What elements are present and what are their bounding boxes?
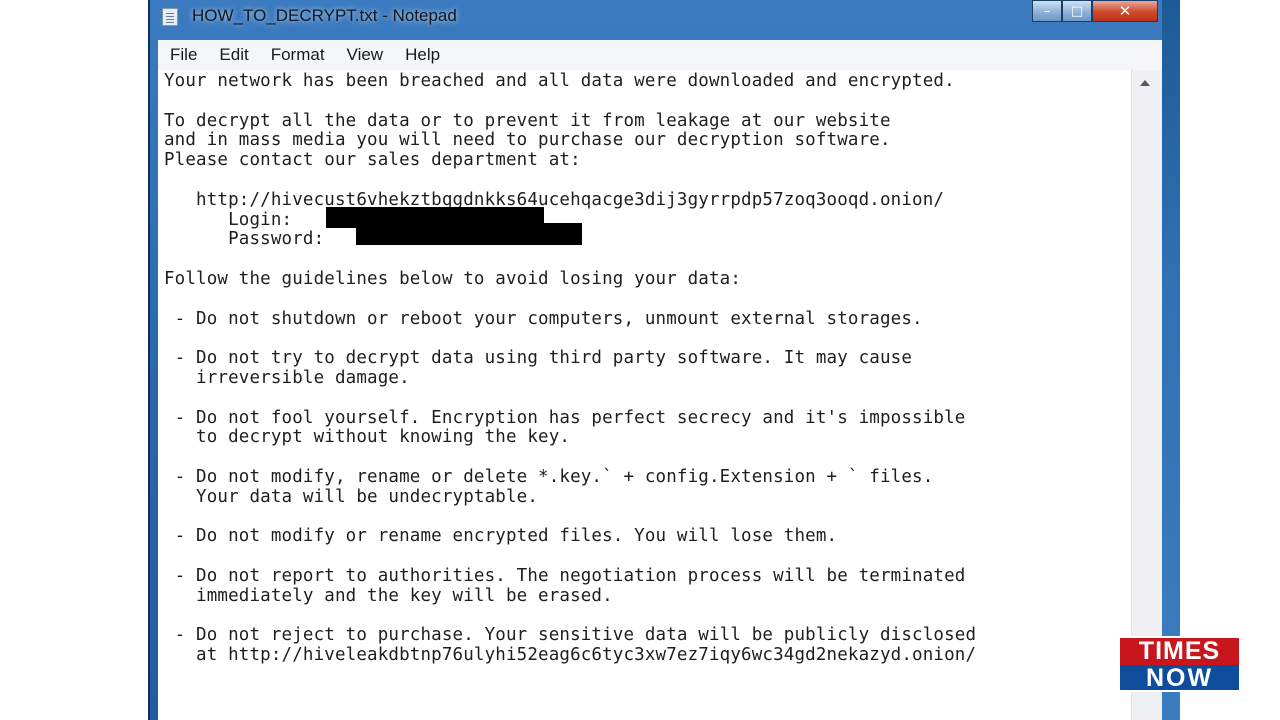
- text-line: [164, 290, 976, 310]
- desktop-background-strip: [1160, 0, 1180, 720]
- close-button[interactable]: ✕: [1092, 0, 1158, 22]
- text-line: Your data will be undecryptable.: [164, 486, 539, 507]
- text-line: Please contact our sales department at:: [164, 150, 581, 171]
- text-line: to decrypt without knowing the key.: [164, 427, 571, 448]
- title-bar[interactable]: HOW_TO_DECRYPT.txt - Notepad – □ ✕: [150, 0, 1162, 40]
- text-line: - Do not modify, rename or delete *.key.…: [164, 466, 934, 487]
- menu-bar: File Edit Format View Help: [158, 40, 1162, 71]
- text-line: - Do not reject to purchase. Your sensit…: [164, 625, 977, 646]
- window-client-area: File Edit Format View Help Your network …: [158, 40, 1162, 720]
- menu-format[interactable]: Format: [261, 45, 335, 65]
- backdrop-right: [1180, 0, 1280, 720]
- text-line: Your network has been breached and all d…: [164, 71, 955, 91]
- window-title: HOW_TO_DECRYPT.txt - Notepad: [192, 6, 457, 25]
- text-editor-area[interactable]: Your network has been breached and all d…: [158, 70, 1132, 720]
- logo-text-top: TIMES: [1138, 637, 1221, 665]
- text-line: [164, 250, 976, 270]
- text-line: and in mass media you will need to purch…: [164, 130, 891, 151]
- menu-file[interactable]: File: [160, 45, 207, 65]
- text-line: at http://hiveleakdbtnp76ulyhi52eag6c6ty…: [164, 645, 977, 666]
- text-line: [164, 448, 976, 468]
- text-line: [164, 547, 976, 567]
- text-line: Follow the guidelines below to avoid los…: [164, 268, 742, 289]
- text-line: [164, 508, 976, 528]
- minimize-button[interactable]: –: [1032, 0, 1062, 22]
- text-line: immediately and the key will be erased.: [164, 585, 613, 606]
- times-now-logo: TIMES NOW: [1118, 636, 1241, 692]
- text-line: [164, 607, 976, 627]
- password-redaction-box: [356, 223, 582, 245]
- scroll-up-arrow-icon[interactable]: [1140, 80, 1150, 86]
- menu-edit[interactable]: Edit: [209, 45, 258, 65]
- text-line: - Do not modify or rename encrypted file…: [164, 526, 838, 547]
- text-line: - Do not report to authorities. The nego…: [164, 565, 966, 586]
- text-line: [164, 92, 976, 112]
- text-line: http://hivecust6vhekztbqgdnkks64ucehqacg…: [164, 189, 945, 210]
- text-line: To decrypt all the data or to prevent it…: [164, 110, 891, 131]
- text-line: [164, 329, 976, 349]
- text-line: - Do not try to decrypt data using third…: [164, 348, 913, 369]
- document-text[interactable]: Your network has been breached and all d…: [164, 71, 977, 666]
- logo-text-bottom: NOW: [1120, 665, 1239, 690]
- notepad-app-icon[interactable]: [162, 8, 178, 26]
- text-line: irreversible damage.: [164, 367, 410, 388]
- text-line: - Do not shutdown or reboot your compute…: [164, 308, 923, 329]
- window-controls: – □ ✕: [1032, 0, 1158, 24]
- menu-help[interactable]: Help: [395, 45, 450, 65]
- menu-view[interactable]: View: [337, 45, 394, 65]
- backdrop-left: [0, 0, 148, 720]
- text-line: - Do not fool yourself. Encryption has p…: [164, 407, 966, 428]
- notepad-window: HOW_TO_DECRYPT.txt - Notepad – □ ✕ File …: [148, 0, 1162, 720]
- text-line: [164, 171, 976, 191]
- maximize-button[interactable]: □: [1062, 0, 1092, 22]
- vertical-scrollbar[interactable]: [1131, 70, 1162, 720]
- text-line: [164, 389, 976, 409]
